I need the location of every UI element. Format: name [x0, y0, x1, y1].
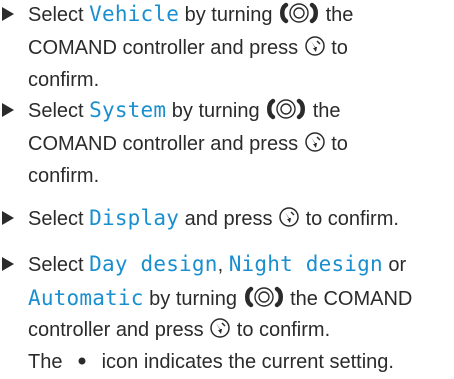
instruction-text: to confirm.: [300, 208, 399, 230]
instruction-line: controller and press to confirm.: [28, 316, 330, 347]
instruction-text: Select: [28, 100, 90, 122]
menu-item-name: Automatic: [28, 286, 144, 310]
instruction-text: confirm.: [28, 69, 100, 91]
instruction-line: Select System by turning the: [28, 96, 341, 128]
instruction-text: the: [320, 4, 354, 26]
instruction-line: Automatic by turning the COMAND: [28, 284, 412, 316]
instruction-line: COMAND controller and press to: [28, 34, 348, 65]
instruction-line: The icon indicates the current setting.: [28, 348, 394, 379]
step-bullet-triangle-icon: [2, 103, 14, 117]
menu-item-name: Night design: [228, 252, 383, 276]
controller-turn-icon: [265, 98, 307, 128]
instruction-text: by turning: [179, 4, 279, 26]
controller-press-icon: [304, 35, 326, 65]
instruction-line: confirm.: [28, 162, 99, 190]
step-bullet-triangle-icon: [2, 211, 14, 225]
instruction-text: to: [325, 133, 348, 155]
controller-press-icon: [304, 131, 326, 161]
instruction-line: confirm.: [28, 66, 99, 94]
current-setting-dot-icon: [68, 349, 96, 379]
instruction-line: Select Vehicle by turning the: [28, 0, 353, 32]
instruction-text: confirm.: [28, 165, 100, 187]
instruction-text: the COMAND: [284, 288, 413, 310]
controller-turn-icon: [278, 2, 320, 32]
instruction-text: Select: [28, 254, 90, 276]
instruction-text: controller and press: [28, 319, 210, 341]
instruction-text: or: [382, 254, 407, 276]
instruction-text: COMAND controller and press: [28, 133, 304, 155]
step-bullet-triangle-icon: [2, 257, 14, 271]
controller-press-icon: [209, 317, 231, 347]
instruction-text: Select: [28, 208, 90, 230]
instruction-line: Select Display and press to confirm.: [28, 204, 399, 236]
instruction-text: icon indicates the current setting.: [96, 351, 394, 373]
instruction-text: to: [325, 37, 348, 59]
instruction-text: The: [28, 351, 69, 373]
instruction-text: to confirm.: [231, 319, 331, 341]
instruction-line: COMAND controller and press to: [28, 130, 348, 161]
instruction-text: ,: [217, 254, 229, 276]
menu-item-name: System: [89, 98, 167, 122]
instruction-text: by turning: [166, 100, 266, 122]
instruction-text: by turning: [143, 288, 243, 310]
menu-item-name: Day design: [89, 252, 218, 276]
controller-press-icon: [278, 206, 300, 236]
instruction-line: Select Day design, Night design or: [28, 250, 406, 279]
menu-item-name: Display: [89, 206, 180, 230]
menu-item-name: Vehicle: [89, 2, 180, 26]
step-bullet-triangle-icon: [2, 7, 14, 21]
instruction-text: the: [307, 100, 341, 122]
controller-turn-icon: [243, 286, 285, 316]
instruction-text: COMAND controller and press: [28, 37, 304, 59]
instruction-text: and press: [179, 208, 279, 230]
instruction-text: Select: [28, 4, 90, 26]
